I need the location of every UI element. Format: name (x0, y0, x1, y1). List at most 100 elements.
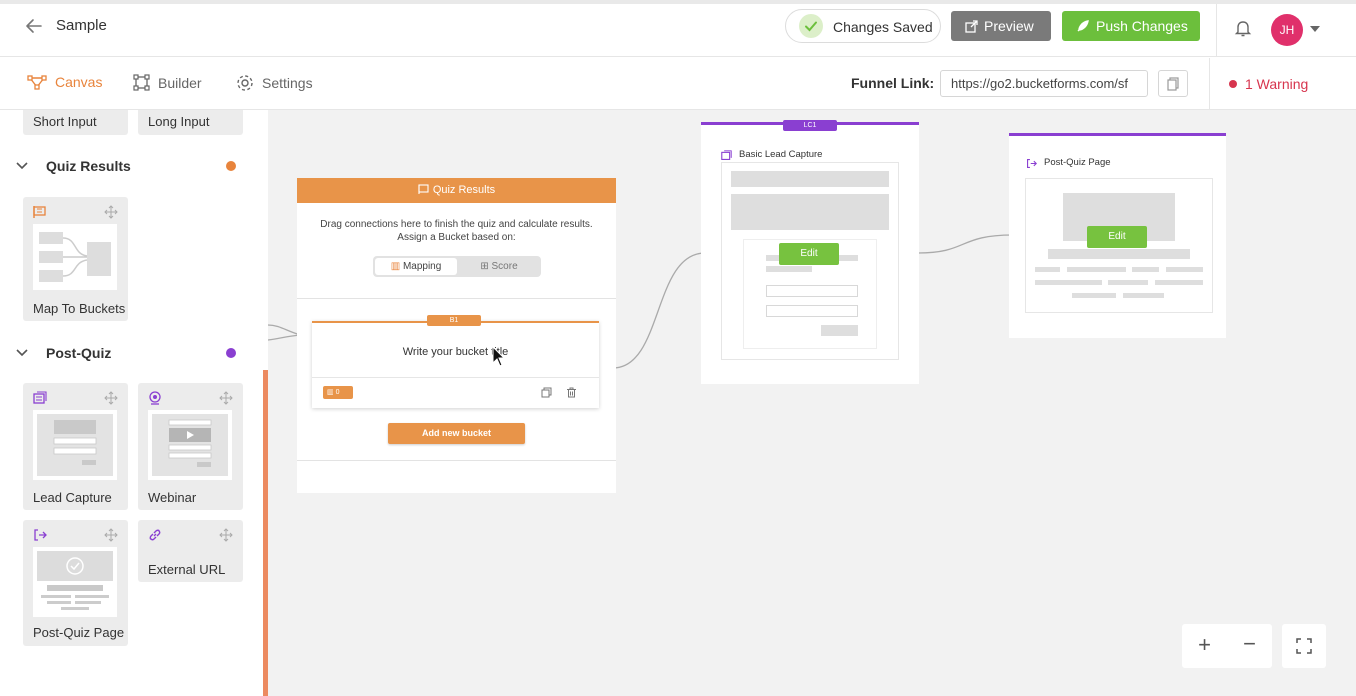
component-post-quiz-page[interactable]: Post-Quiz Page (23, 520, 128, 646)
component-label: External URL (148, 562, 226, 577)
quiz-results-node[interactable]: Quiz Results Drag connections here to fi… (297, 178, 616, 493)
gear-icon (237, 75, 253, 91)
toggle-score[interactable]: ⊞ Score (459, 258, 539, 275)
section-status-dot (226, 161, 236, 171)
component-label: Lead Capture (33, 490, 112, 505)
move-icon[interactable] (219, 528, 233, 542)
move-icon[interactable] (104, 205, 118, 219)
toggle-score-label: Score (491, 261, 518, 272)
chevron-down-icon[interactable] (16, 162, 28, 170)
tab-settings-label: Settings (262, 75, 313, 91)
tab-settings[interactable]: Settings (236, 74, 313, 92)
tab-builder[interactable]: Builder (133, 74, 202, 91)
flag-icon (418, 184, 429, 194)
warning-indicator[interactable]: 1 Warning (1229, 76, 1308, 92)
component-label: Map To Buckets (33, 301, 126, 316)
bell-icon[interactable] (1234, 18, 1252, 38)
component-short-input[interactable]: Short Input (23, 110, 128, 135)
lead-capture-node[interactable]: LC1 Basic Lead Capture Edit (701, 120, 919, 384)
exit-page-icon (1027, 159, 1037, 168)
mouse-cursor-icon (492, 346, 506, 367)
post-quiz-page-node[interactable]: Post-Quiz Page Edit (1009, 133, 1226, 338)
tab-builder-label: Builder (158, 74, 202, 91)
divider (297, 298, 616, 299)
zoom-out-icon[interactable]: − (1227, 624, 1272, 668)
funnel-link-field[interactable]: https://go2.bucketforms.com/sf (940, 70, 1148, 97)
section-title-quiz-results: Quiz Results (46, 158, 131, 174)
tab-bar (0, 57, 1356, 110)
component-label: Long Input (148, 114, 210, 129)
user-avatar[interactable]: JH (1271, 14, 1303, 46)
lead-capture-icon (721, 150, 732, 160)
divider (312, 377, 599, 378)
push-changes-button[interactable]: Push Changes (1062, 11, 1200, 41)
component-external-url[interactable]: External URL (138, 520, 243, 582)
trash-icon[interactable] (566, 387, 577, 398)
post-quiz-page-title: Post-Quiz Page (1044, 157, 1111, 168)
post-quiz-page-edit-button[interactable]: Edit (1087, 226, 1147, 248)
subbar-divider (1209, 58, 1210, 109)
webinar-icon (149, 391, 161, 405)
exit-page-icon (34, 529, 47, 541)
add-new-bucket-button[interactable]: Add new bucket (388, 423, 525, 444)
map-buckets-thumbnail (33, 224, 117, 290)
copy-icon[interactable] (541, 387, 552, 398)
instructions-line-2: Assign a Bucket based on: (397, 232, 516, 243)
back-arrow-icon[interactable] (24, 16, 44, 36)
header-divider (1216, 4, 1217, 56)
fullscreen-button[interactable] (1282, 624, 1326, 668)
post-quiz-thumbnail (33, 547, 117, 617)
bucket-count: 0 (335, 389, 340, 396)
bucket-card[interactable]: B1 Write your bucket title ▥ 0 (312, 315, 599, 408)
quiz-results-node-header: Quiz Results (297, 178, 616, 203)
link-icon (149, 529, 161, 541)
canvas-area[interactable]: Quiz Results Drag connections here to fi… (268, 110, 1356, 696)
component-webinar[interactable]: Webinar (138, 383, 243, 510)
component-label: Short Input (33, 114, 97, 129)
quiz-results-node-title: Quiz Results (432, 184, 496, 196)
lead-capture-tag: LC1 (783, 120, 837, 131)
move-icon[interactable] (104, 391, 118, 405)
warning-dot-icon (1229, 80, 1237, 88)
quiz-results-instructions: Drag connections here to finish the quiz… (297, 218, 616, 244)
plus-square-icon: ⊞ (480, 261, 489, 272)
copy-link-button[interactable] (1158, 70, 1188, 97)
section-status-dot (226, 348, 236, 358)
chart-icon: ▥ (390, 261, 401, 272)
chevron-down-icon[interactable] (1310, 26, 1320, 32)
push-changes-label: Push Changes (1096, 18, 1188, 34)
bucket-count-badge: ▥ 0 (323, 386, 353, 399)
lead-capture-icon (33, 391, 47, 404)
toggle-mapping[interactable]: ▥ Mapping (375, 258, 457, 275)
zoom-in-icon[interactable]: + (1182, 624, 1227, 668)
lead-capture-thumbnail (33, 410, 117, 480)
copy-icon (1167, 77, 1179, 91)
lead-capture-title: Basic Lead Capture (739, 149, 823, 160)
page-title: Sample (56, 17, 107, 34)
chevron-down-icon[interactable] (16, 349, 28, 357)
webinar-thumbnail (148, 410, 232, 480)
preview-button[interactable]: Preview (951, 11, 1051, 41)
divider (297, 460, 616, 461)
tab-canvas[interactable]: Canvas (27, 74, 102, 90)
status-text: Changes Saved (833, 19, 933, 35)
bucket-tag: B1 (427, 315, 481, 326)
bucket-title[interactable]: Write your bucket title (312, 346, 599, 358)
fullscreen-icon (1296, 638, 1312, 654)
external-link-icon (965, 19, 978, 33)
builder-icon (133, 74, 150, 91)
move-icon[interactable] (104, 528, 118, 542)
component-label: Webinar (148, 490, 197, 505)
chart-icon: ▥ (327, 389, 334, 396)
component-label: Post-Quiz Page (33, 625, 125, 640)
component-long-input[interactable]: Long Input (138, 110, 243, 135)
component-lead-capture[interactable]: Lead Capture (23, 383, 128, 510)
sidebar: Short Input Long Input Quiz Results Map … (0, 110, 264, 696)
component-map-to-buckets[interactable]: Map To Buckets (23, 197, 128, 321)
result-mode-toggle: ▥ Mapping ⊞ Score (373, 256, 541, 277)
check-icon (799, 14, 823, 38)
lead-capture-edit-button[interactable]: Edit (779, 243, 839, 265)
canvas-icon (27, 75, 47, 90)
move-icon[interactable] (219, 391, 233, 405)
section-title-post-quiz: Post-Quiz (46, 345, 112, 361)
